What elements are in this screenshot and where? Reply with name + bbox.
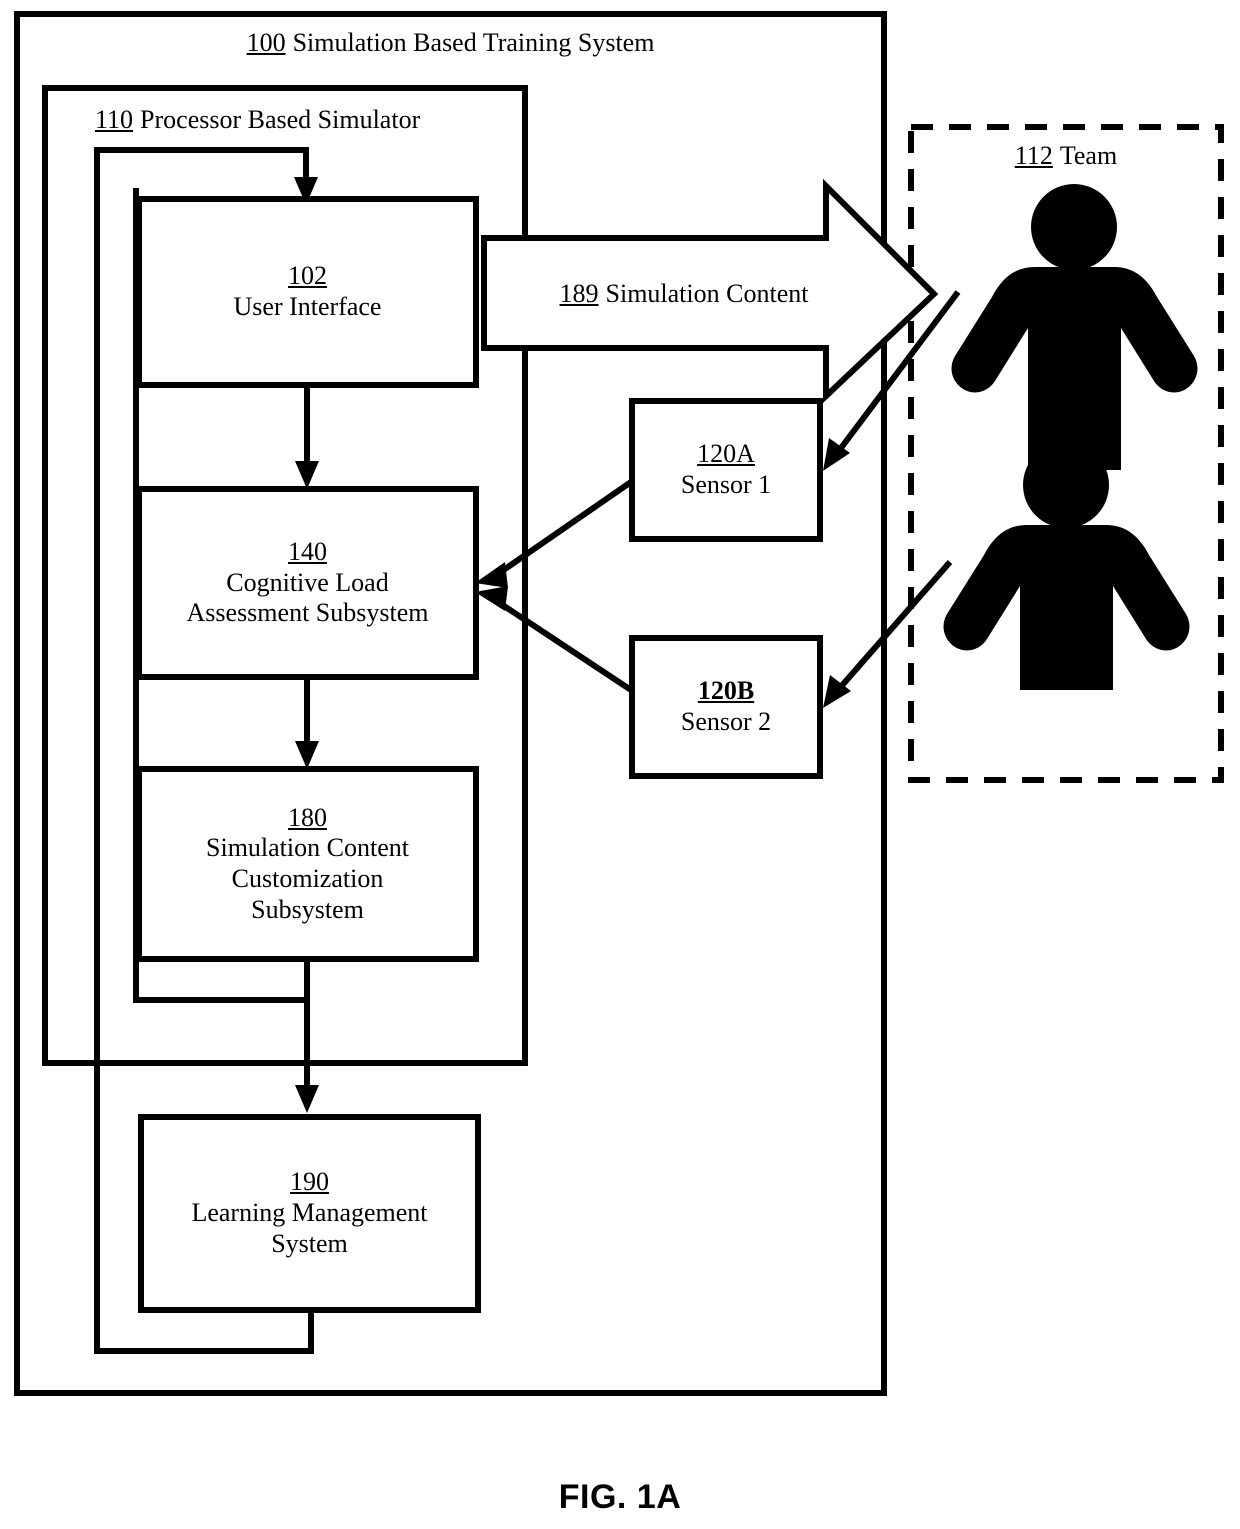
lms-ref: 190	[290, 1167, 329, 1197]
customization-ref: 180	[288, 802, 327, 832]
simulator-ref: 110	[95, 105, 134, 134]
sensor-2-ref: 120B	[697, 676, 755, 706]
lms-label-line1: Learning Management	[191, 1198, 428, 1228]
label-cognitive-load-assessment-subsystem: 140 Cognitive Load Assessment Subsystem	[139, 489, 476, 677]
team-title: 112 Team	[911, 141, 1221, 172]
label-sensor-2: 120B Sensor 2	[632, 638, 820, 776]
customization-label-line1: Simulation Content	[206, 833, 409, 863]
simulator-label: Processor Based Simulator	[140, 105, 421, 134]
cognitive-load-label-line1: Cognitive Load	[226, 567, 389, 597]
user-interface-ref: 102	[288, 261, 327, 291]
simulation-content-label: Simulation Content	[605, 279, 809, 308]
sensor-1-label: Sensor 1	[680, 470, 772, 499]
team-label: Team	[1059, 141, 1118, 170]
simulation-content-ref: 189	[559, 279, 599, 308]
user-interface-label: User Interface	[233, 292, 382, 321]
label-simulation-content-customization-subsystem: 180 Simulation Content Customization Sub…	[139, 769, 476, 959]
label-sensor-1: 120A Sensor 1	[632, 401, 820, 539]
label-user-interface: 102 User Interface	[139, 199, 476, 385]
cognitive-load-ref: 140	[288, 536, 327, 566]
customization-label-line3: Subsystem	[251, 894, 364, 924]
sensor-1-ref: 120A	[697, 439, 755, 469]
customization-label-line2: Customization	[231, 864, 384, 893]
cognitive-load-label-line2: Assessment Subsystem	[186, 598, 429, 628]
sensor-2-label: Sensor 2	[680, 707, 772, 736]
outer-system-label: Simulation Based Training System	[292, 28, 655, 57]
label-simulation-content-arrow: 189 Simulation Content	[484, 279, 884, 310]
lms-label-line2: System	[271, 1228, 348, 1258]
patent-figure-page: 100 Simulation Based Training System 110 P…	[0, 0, 1240, 1529]
figure-caption: FIG. 1A	[558, 1478, 682, 1516]
outer-system-title: 100 Simulation Based Training System	[17, 28, 884, 59]
outer-system-ref: 100	[246, 28, 286, 57]
simulator-title: 110 Processor Based Simulator	[95, 105, 420, 136]
label-learning-management-system: 190 Learning Management System	[141, 1117, 478, 1310]
team-ref: 112	[1014, 141, 1053, 170]
